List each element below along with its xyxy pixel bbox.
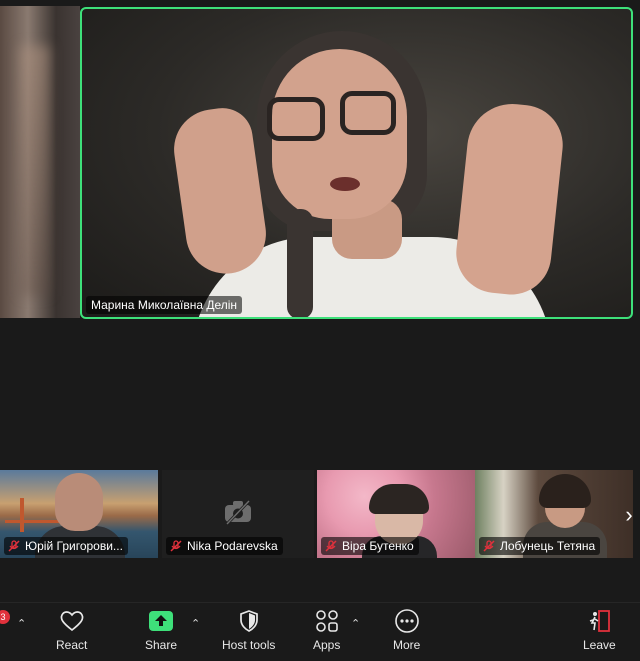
participant-name-label: Лобунець Тетяна (479, 537, 601, 555)
side-participant-video[interactable] (0, 6, 80, 318)
leave-button[interactable]: Leave (583, 609, 616, 652)
active-speaker-video[interactable]: Марина Миколаївна Делін (80, 7, 633, 319)
apps-label: Apps (313, 638, 341, 652)
participant-name-text: Лобунець Тетяна (500, 539, 596, 553)
participant-name-text: Nika Podarevska (187, 539, 278, 553)
share-arrow-icon (149, 611, 174, 631)
more-label: More (393, 638, 421, 652)
meeting-toolbar: 3 ⌃ React Share ⌃ Host tools Apps ⌃ More… (0, 602, 640, 661)
apps-icon (315, 610, 338, 632)
participant-name-label: Nika Podarevska (166, 537, 283, 555)
next-page-button[interactable]: › (618, 500, 640, 530)
main-stage: Марина Миколаївна Делін (0, 0, 640, 320)
chevron-right-icon: › (625, 502, 633, 527)
apps-button[interactable]: Apps (313, 609, 340, 652)
notification-badge: 3 (0, 610, 10, 624)
speaker-name-label: Марина Миколаївна Делін (86, 296, 243, 314)
react-button[interactable]: React (56, 609, 87, 652)
mic-off-icon (8, 540, 20, 552)
share-label: Share (145, 638, 178, 652)
mic-off-icon (325, 540, 337, 552)
more-icon (394, 609, 419, 633)
shield-icon (239, 610, 258, 632)
more-button[interactable]: More (393, 609, 420, 652)
camera-off-icon (225, 499, 251, 526)
participant-name-text: Юрій Григорови... (25, 539, 123, 553)
leave-icon (590, 610, 611, 632)
participant-tile[interactable]: Юрій Григорови... (0, 470, 158, 558)
participant-name-text: Віра Бутенко (342, 539, 414, 553)
participant-name-label: Юрій Григорови... (4, 537, 128, 555)
apps-options-chevron-icon[interactable]: ⌃ (351, 617, 360, 630)
share-button[interactable]: Share (145, 609, 177, 652)
host-tools-button[interactable]: Host tools (222, 609, 275, 652)
participant-strip: Юрій Григорови... Nika Podarevska Віра Б… (0, 470, 640, 558)
mic-off-icon (170, 540, 182, 552)
participant-tile[interactable]: Лобунець Тетяна (475, 470, 633, 558)
heart-icon (60, 611, 84, 632)
mic-off-icon (483, 540, 495, 552)
participant-tile[interactable]: Віра Бутенко (317, 470, 475, 558)
chevron-up-icon[interactable]: ⌃ (17, 617, 26, 630)
participant-tile[interactable]: Nika Podarevska (162, 470, 314, 558)
participant-name-label: Віра Бутенко (321, 537, 419, 555)
leave-label: Leave (583, 638, 616, 652)
react-label: React (56, 638, 88, 652)
host-tools-label: Host tools (222, 638, 276, 652)
share-options-chevron-icon[interactable]: ⌃ (191, 617, 200, 630)
